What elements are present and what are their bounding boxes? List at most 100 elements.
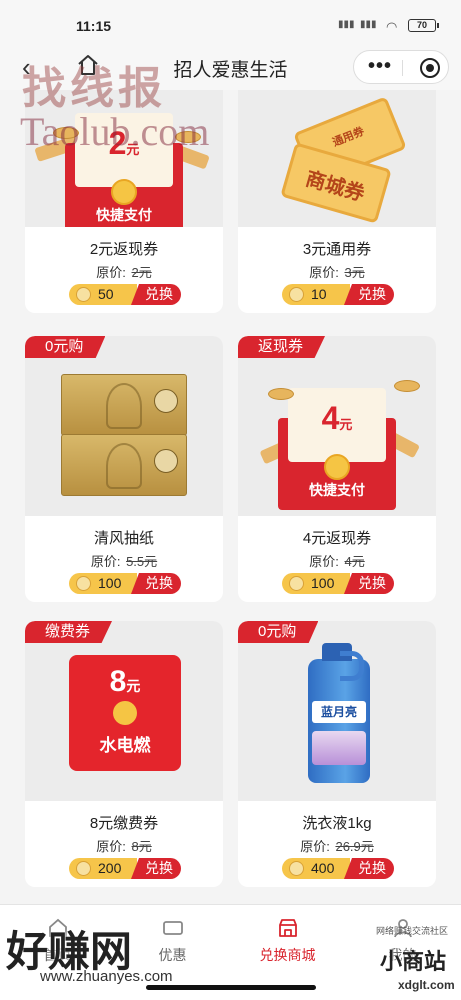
- original-price: 原价: 2元: [96, 265, 152, 280]
- points-coin-icon: [289, 861, 304, 876]
- bottle-brand: 蓝月亮: [312, 701, 366, 723]
- product-image: 通用券 商城券: [238, 90, 436, 227]
- coin-icon: [175, 131, 201, 143]
- redeem-button[interactable]: 兑换: [131, 284, 181, 305]
- product-name: 清风抽纸: [93, 530, 154, 547]
- miniapp-capsule: •••: [353, 50, 449, 84]
- store-icon: [278, 919, 297, 937]
- user-icon: [393, 919, 412, 938]
- tissue-pack: [61, 434, 187, 496]
- envelope-label: 快捷支付: [96, 207, 152, 223]
- home-icon: [48, 918, 67, 937]
- promo-tag: 0元购: [25, 336, 106, 358]
- redeem-pill: 100 兑换: [282, 573, 394, 594]
- original-price: 原价: 8元: [96, 839, 152, 854]
- redeem-pill: 200 兑换: [69, 858, 181, 879]
- coin-icon: [53, 127, 79, 139]
- product-name: 4元返现券: [302, 530, 372, 547]
- redeem-button[interactable]: 兑换: [344, 284, 394, 305]
- close-miniapp-icon[interactable]: [420, 58, 440, 78]
- envelope-amount: 2元: [108, 125, 140, 161]
- more-icon[interactable]: •••: [368, 55, 392, 78]
- points-cost: 200: [69, 858, 137, 879]
- bottle-label-art: [312, 731, 366, 765]
- product-card[interactable]: 通用券 商城券 3元通用券 原价: 3元 10 兑换: [238, 90, 436, 313]
- status-time: 11:15: [76, 18, 112, 34]
- nav-bar: ‹ 招人爱惠生活 •••: [0, 44, 461, 90]
- points-coin-icon: [76, 287, 91, 302]
- original-price: 原价: 4元: [309, 554, 365, 569]
- original-price: 原价: 26.9元: [300, 839, 374, 854]
- voucher-label: 商城券: [303, 168, 367, 206]
- product-card[interactable]: 2元 快捷支付 2元返现券 原价: 2元 50 兑换: [25, 90, 223, 313]
- seal-icon: [111, 179, 137, 205]
- product-image: 4元 快捷支付: [238, 336, 436, 516]
- tab-label: 首页: [43, 947, 72, 963]
- redeem-pill: 400 兑换: [282, 858, 394, 879]
- redeem-button[interactable]: 兑换: [344, 573, 394, 594]
- points-cost: 100: [69, 573, 137, 594]
- tab-label: 我的: [388, 947, 417, 963]
- original-price: 原价: 5.5元: [90, 554, 158, 569]
- points-cost: 50: [69, 284, 137, 305]
- redeem-button[interactable]: 兑换: [344, 858, 394, 879]
- tab-label: 兑换商城: [259, 947, 316, 963]
- product-card[interactable]: 8元 水电燃 缴费券 8元缴费券 原价: 8元 200 兑换: [25, 621, 223, 887]
- promo-tag: 0元购: [238, 621, 319, 643]
- points-coin-icon: [76, 861, 91, 876]
- red-envelope-graphic: 2元 快捷支付: [65, 113, 183, 227]
- home-indicator[interactable]: [146, 985, 316, 990]
- wifi-icon: ◠: [386, 19, 398, 34]
- tree-icon: [106, 383, 142, 429]
- redeem-button[interactable]: 兑换: [131, 573, 181, 594]
- redeem-button[interactable]: 兑换: [131, 858, 181, 879]
- points-cost: 100: [282, 573, 350, 594]
- product-card[interactable]: 蓝月亮 0元购 洗衣液1kg 原价: 26.9元 400 兑换: [238, 621, 436, 887]
- promo-tag: 缴费券: [25, 621, 113, 643]
- product-grid: 2元 快捷支付 2元返现券 原价: 2元 50 兑换 通用券 商城券 3元通用券…: [0, 90, 461, 904]
- battery-indicator: 70: [408, 19, 439, 32]
- tissue-pack: [61, 374, 187, 436]
- points-coin-icon: [289, 287, 304, 302]
- product-image: 2元 快捷支付: [25, 90, 223, 227]
- points-cost: 10: [282, 284, 350, 305]
- product-name: 3元通用券: [302, 241, 372, 258]
- redeem-pill: 10 兑换: [282, 284, 394, 305]
- product-image: 蓝月亮: [238, 621, 436, 801]
- product-name: 8元缴费券: [89, 815, 159, 832]
- signal-icon: ▮▮▮: [338, 19, 355, 30]
- product-image: [25, 336, 223, 516]
- badge-icon: [154, 449, 178, 473]
- signal-hd-icon: ▮▮▮: [360, 19, 377, 30]
- product-image: 8元 水电燃: [25, 621, 223, 801]
- seal-icon: [113, 701, 137, 725]
- points-cost: 400: [282, 858, 350, 879]
- original-price: 原价: 3元: [309, 265, 365, 280]
- tree-icon: [106, 443, 142, 489]
- envelope-label: 快捷支付: [309, 482, 365, 498]
- tab-label: 优惠: [158, 947, 187, 963]
- envelope-flap: 4元: [288, 388, 386, 462]
- seal-icon: [324, 454, 350, 480]
- voucher-label: 水电燃: [99, 736, 151, 755]
- badge-icon: [154, 389, 178, 413]
- tab-profile[interactable]: 我的: [345, 917, 460, 965]
- tab-discount[interactable]: 优惠: [115, 917, 230, 965]
- coin-icon: [268, 388, 294, 400]
- product-card[interactable]: 0元购 清风抽纸 原价: 5.5元 100 兑换: [25, 336, 223, 602]
- red-envelope-graphic: 4元 快捷支付: [278, 388, 396, 510]
- voucher-amount: 8元: [109, 665, 141, 698]
- product-card[interactable]: 4元 快捷支付 返现券 4元返现券 原价: 4元 100 兑换: [238, 336, 436, 602]
- capsule-divider: [402, 60, 403, 76]
- envelope-amount: 4元: [321, 400, 353, 436]
- points-coin-icon: [76, 576, 91, 591]
- redeem-pill: 100 兑换: [69, 573, 181, 594]
- tab-home[interactable]: 首页: [0, 917, 115, 965]
- status-bar: 11:15 ▮▮▮ ▮▮▮ ◠ 70: [0, 0, 461, 44]
- coin-icon: [394, 380, 420, 392]
- bill-voucher-graphic: 8元 水电燃: [69, 655, 181, 771]
- detergent-bottle: 蓝月亮: [308, 643, 370, 783]
- product-name: 洗衣液1kg: [302, 815, 372, 832]
- redeem-pill: 50 兑换: [69, 284, 181, 305]
- tab-store[interactable]: 兑换商城: [230, 917, 345, 965]
